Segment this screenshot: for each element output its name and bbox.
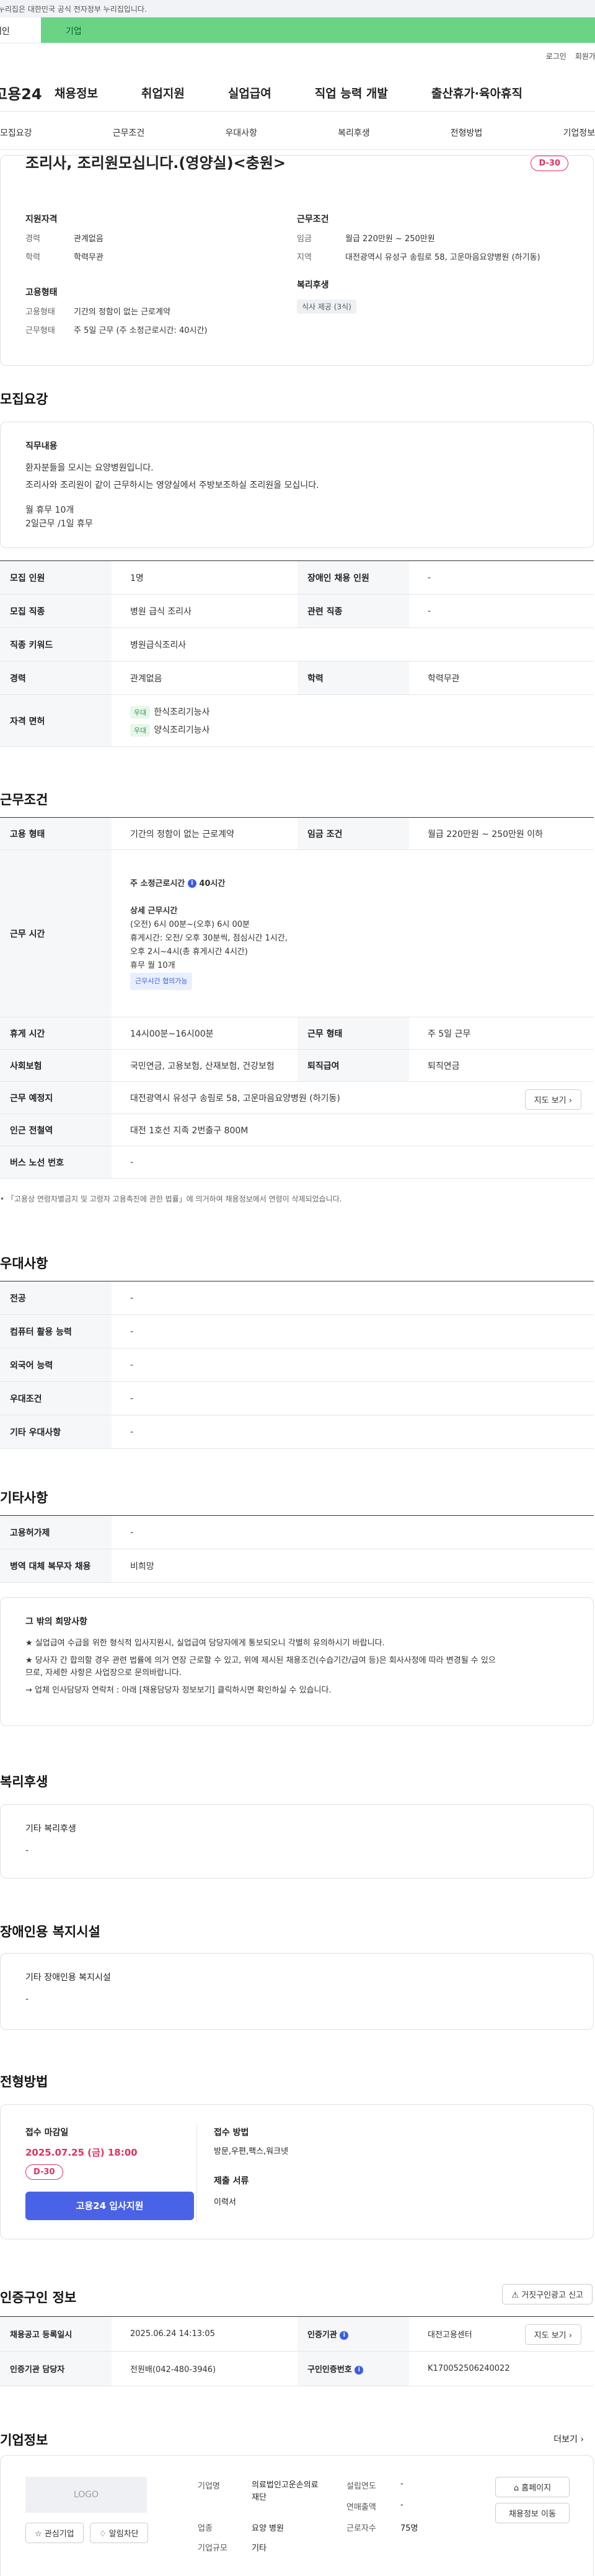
utility-links: 로그인 회원가입: [0, 43, 595, 68]
bell-icon: ♢: [99, 2530, 107, 2539]
subnav-company[interactable]: 기업정보: [563, 126, 595, 139]
job-title: 조리사, 조리원모십니다.(영양실)<충원>: [25, 154, 286, 172]
info-icon[interactable]: i: [355, 2365, 364, 2375]
deadline-date: 2025.07.25 (금) 18:00: [25, 2147, 138, 2158]
section-subnav: 모집요강 근무조건 우대사항 복리후생 전형방법 기업정보: [0, 115, 595, 150]
time-negotiable-tag: 근무시간 협의가능: [130, 972, 193, 990]
screening-card: 접수 마감일 2025.07.25 (금) 18:00 D-30 고용24 입사…: [0, 2104, 594, 2239]
apply-button[interactable]: 고용24 입사지원: [25, 2192, 194, 2220]
welfare-chip: 식사 제공 (3식): [297, 299, 356, 314]
tab-personal[interactable]: 개인: [0, 17, 41, 43]
star-icon: ☆: [35, 2530, 42, 2539]
info-icon[interactable]: i: [340, 2330, 349, 2340]
nav-support[interactable]: 취업지원: [141, 84, 185, 101]
nav-leave[interactable]: 출산휴가·육아휴직: [431, 84, 522, 101]
company-logo: LOGO: [25, 2477, 147, 2513]
subnav-screening[interactable]: 전형방법: [451, 126, 483, 139]
pref-table: 전공 - 컴퓨터 활용 능력 - 외국어 능력 - 우대조건 - 기타 우대사항 -: [0, 1281, 594, 1449]
welfare-card: 기타 복리후생 -: [0, 1804, 594, 1879]
subnav-pref[interactable]: 우대사항: [225, 126, 257, 139]
subnav-recruit[interactable]: 모집요강: [0, 126, 32, 139]
nav-benefit[interactable]: 실업급여: [228, 84, 271, 101]
license-list: 우대 한식조리기능사 우대 양식조리기능사: [112, 694, 594, 747]
home-icon: ⌂: [513, 2484, 519, 2493]
info-icon[interactable]: i: [187, 879, 196, 888]
age-note: • 「고용상 연령차별금지 및 고령자 고용촉진에 관한 법률」에 의거하여 채…: [0, 1195, 342, 1203]
section-title-pref: 우대사항: [0, 1256, 48, 1271]
section-title-welfare: 복리후생: [0, 1774, 48, 1789]
company-card: LOGO ☆ 관심기업 ♢ 알림차단 기업명 의료법인고운손의료재단 업종 요양…: [0, 2455, 594, 2576]
fav-company-button[interactable]: ☆ 관심기업: [25, 2523, 84, 2543]
disabled-card: 기타 장애인용 복지시설 -: [0, 1953, 594, 2030]
job-summary-card: 조리사, 조리원모십니다.(영양실)<충원> D-30 지원자격 경력 관계없음 …: [0, 155, 594, 366]
duty-card: 직무내용 환자분들을 모시는 요양병원입니다. 조리사와 조리원이 같이 근무하…: [0, 422, 594, 548]
company-more-link[interactable]: 더보기 ›: [553, 2433, 584, 2445]
nav-training[interactable]: 직업 능력 개발: [315, 84, 388, 101]
divider: [196, 2123, 197, 2223]
join-link[interactable]: 회원가입: [575, 51, 595, 61]
screening-dday-badge: D-30: [25, 2164, 63, 2180]
hope-card: 그 밖의 희망사항 ★ 실업급여 수급을 위한 형식적 입사지원시, 실업급여 …: [0, 1597, 594, 1726]
condition-group: 근무조건 임금 월급 220만원 ~ 250만원 지역 대전광역시 유성구 송림로 …: [297, 206, 568, 344]
recruit-info-button[interactable]: 채용정보 이동: [495, 2503, 570, 2523]
work-time-detail: 주 소정근로시간 i 40시간 상세 근무시간 (오전) 6시 00분~(오후)…: [112, 849, 594, 1017]
subnav-welfare[interactable]: 복리후생: [338, 126, 370, 139]
gov-notice-bar: 이 누리집은 대한민국 공식 전자정부 누리집입니다.: [0, 0, 595, 17]
section-title-auth: 인증구인 정보: [0, 2290, 77, 2305]
company-name: 의료법인고운손의료재단: [252, 2481, 319, 2502]
section-title-company: 기업정보: [0, 2433, 48, 2448]
recruit-table: 모집 인원 1명 장애인 채용 인원 - 모집 직종 병원 급식 조리사 관련 직종 - 직…: [0, 560, 594, 747]
site-logo[interactable]: 고용24: [0, 82, 55, 104]
nav-jobs[interactable]: 채용정보: [55, 84, 98, 101]
alert-icon: ⚠: [511, 2291, 519, 2300]
section-title-work: 근무조건: [0, 792, 48, 807]
qualification-group: 지원자격 경력 관계없음 학력 학력무관 고용형태 고용형태 기간의 정함이 없는 근…: [25, 215, 208, 335]
section-title-recruit: 모집요강: [0, 392, 48, 407]
homepage-button[interactable]: ⌂ 홈페이지: [495, 2477, 570, 2497]
section-title-etc: 기타사항: [0, 1490, 48, 1505]
false-ad-report-button[interactable]: ⚠ 거짓구인광고 신고: [502, 2284, 593, 2304]
tab-company[interactable]: 기업: [41, 17, 595, 43]
work-table: 고용 형태 기간의 정함이 없는 근로계약 임금 조건 월급 220만원 ~ 250만…: [0, 817, 594, 1179]
auth-table: 채용공고 등록일시 2025.06.24 14:13:05 인증기관 i 대전고용센터…: [0, 2316, 594, 2386]
map-button[interactable]: 지도 보기 ›: [524, 1089, 581, 1110]
global-nav: 고용24 채용정보 취업지원 실업급여 직업 능력 개발 출산휴가·육아휴직: [0, 74, 595, 112]
subnav-work[interactable]: 근무조건: [113, 126, 145, 139]
org-map-button[interactable]: 지도 보기 ›: [524, 2324, 581, 2345]
section-title-disabled: 장애인용 복지시설: [0, 1924, 100, 1939]
gov-notice-text: 이 누리집은 대한민국 공식 전자정부 누리집입니다.: [0, 5, 147, 14]
etc-table: 고용허가제 - 병역 대체 복무자 채용 비희망: [0, 1515, 594, 1583]
section-title-screening: 전형방법: [0, 2074, 48, 2089]
dday-badge: D-30: [531, 156, 568, 171]
block-alarm-button[interactable]: ♢ 알림차단: [90, 2523, 148, 2543]
login-link[interactable]: 로그인: [546, 51, 566, 61]
user-type-tabs: 개인 기업: [0, 17, 595, 43]
